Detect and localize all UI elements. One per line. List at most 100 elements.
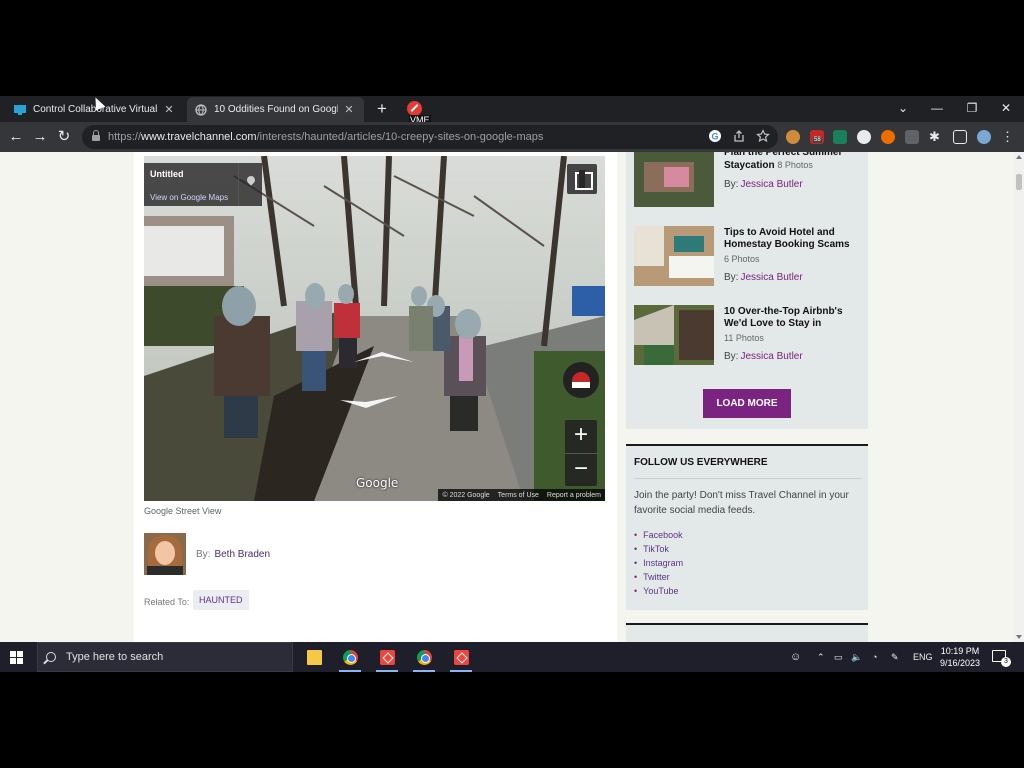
cookie-extension-icon[interactable]	[786, 130, 800, 144]
omnibox-actions: G	[708, 129, 770, 143]
gallery-title[interactable]: Tips to Avoid Hotel and Homestay Booking…	[724, 227, 864, 251]
article-column: Untitled View on Google Maps + − Google …	[134, 152, 617, 642]
follow-description: Join the party! Don't miss Travel Channe…	[634, 490, 849, 516]
battery-icon[interactable]: ▭	[834, 642, 843, 672]
language-indicator[interactable]: ENG	[913, 642, 933, 672]
compass-icon[interactable]	[563, 362, 599, 398]
author-link[interactable]: Beth Braden	[214, 549, 270, 560]
new-tab-button[interactable]: +	[372, 99, 392, 119]
more-menu-icon[interactable]: ⋮	[1001, 130, 1015, 144]
tab-close-icon[interactable]: ✕	[162, 103, 176, 116]
fullscreen-icon[interactable]	[567, 164, 597, 194]
forward-button[interactable]: →	[29, 126, 51, 148]
ghost-extension-icon[interactable]	[905, 130, 919, 144]
taskbar-search-box[interactable]: Type here to search	[37, 642, 293, 672]
youtube-link[interactable]: YouTube	[634, 584, 683, 598]
social-links: Facebook TikTok Instagram Twitter YouTub…	[634, 528, 683, 598]
view-on-google-maps-link[interactable]: View on Google Maps	[150, 193, 228, 202]
next-sidebar-panel	[626, 623, 868, 642]
gallery-thumbnail[interactable]	[634, 152, 714, 207]
facebook-link[interactable]: Facebook	[634, 528, 683, 542]
extension-badge: 58	[813, 137, 822, 143]
web-page: Untitled View on Google Maps + − Google …	[0, 152, 1014, 642]
desktop-screen: Control Collaborative Virtual Ma ✕ 10 Od…	[0, 96, 1024, 672]
google-g-icon[interactable]: G	[708, 129, 722, 143]
divider	[634, 296, 860, 297]
gallery-title[interactable]: 10 Over-the-Top Airbnb's We'd Love to St…	[724, 306, 864, 330]
volume-icon[interactable]: 🔈	[851, 642, 862, 672]
people-icon[interactable]: ☺	[790, 642, 801, 672]
s-extension-icon[interactable]	[833, 130, 847, 144]
show-hidden-icons[interactable]: ⌃	[817, 642, 825, 672]
lock-icon[interactable]	[92, 129, 100, 142]
street-view-title: Untitled	[150, 169, 184, 179]
gallery-thumbnail[interactable]	[634, 226, 714, 286]
fox-extension-icon[interactable]	[881, 130, 895, 144]
load-more-button[interactable]: LOAD MORE	[703, 389, 791, 418]
taskbar-chrome-1[interactable]	[333, 642, 367, 672]
side-panel-icon[interactable]	[953, 130, 967, 144]
author-link[interactable]: Jessica Butler	[740, 351, 802, 362]
clock-date: 9/16/2023	[939, 658, 981, 668]
gallery-title[interactable]: Plan the Perfect Summer Staycation 8 Pho…	[724, 152, 864, 172]
author-link[interactable]: Jessica Butler	[740, 179, 802, 190]
wifi-icon[interactable]: ◔	[872, 642, 877, 672]
address-bar[interactable]: https:// www.travelchannel.com /interest…	[82, 125, 778, 149]
zoom-out-button[interactable]: −	[565, 453, 597, 486]
notification-count: 3	[1001, 657, 1011, 667]
minimize-button[interactable]: —	[922, 96, 952, 120]
scroll-thumb[interactable]	[1016, 174, 1022, 190]
twitter-link[interactable]: Twitter	[634, 570, 683, 584]
taskbar-anydesk-1[interactable]	[370, 642, 404, 672]
share-icon[interactable]	[732, 129, 746, 143]
taskbar-file-explorer[interactable]	[297, 642, 331, 672]
related-tag-haunted[interactable]: HAUNTED	[193, 590, 249, 610]
profile-avatar[interactable]	[977, 130, 991, 144]
tiktok-link[interactable]: TikTok	[634, 542, 683, 556]
reload-button[interactable]: ↻	[53, 126, 75, 148]
taskbar-chrome-2[interactable]	[407, 642, 441, 672]
gallery-item[interactable]: 10 Over-the-Top Airbnb's We'd Love to St…	[634, 305, 860, 375]
photo-count: 11 Photos	[724, 333, 764, 343]
gallery-item[interactable]: Tips to Avoid Hotel and Homestay Booking…	[634, 226, 860, 296]
close-window-button[interactable]: ✕	[991, 96, 1021, 120]
windows-start-icon[interactable]	[10, 651, 23, 664]
google-watermark: Google	[356, 476, 399, 490]
gallery-item[interactable]: Plan the Perfect Summer Staycation 8 Pho…	[634, 152, 860, 217]
map-pin-icon[interactable]	[238, 163, 262, 206]
terms-of-use-link[interactable]: Terms of Use	[498, 492, 539, 499]
folder-icon	[307, 650, 322, 665]
puzzle-extensions-icon[interactable]: ✱	[929, 130, 943, 144]
divider	[634, 478, 862, 479]
gallery-byline: By: Jessica Butler	[724, 351, 803, 362]
scroll-up-icon[interactable]	[1016, 155, 1022, 159]
url-path: /interests/haunted/articles/10-creepy-si…	[256, 131, 544, 143]
clock-time: 10:19 PM	[940, 646, 980, 656]
taskbar-anydesk-2[interactable]	[444, 642, 478, 672]
street-view-footer: © 2022 Google Terms of Use Report a prob…	[438, 489, 605, 501]
clock-extension-icon[interactable]	[857, 130, 871, 144]
page-scrollbar[interactable]	[1014, 152, 1024, 642]
taskbar-clock[interactable]: 10:19 PM 9/16/2023	[936, 645, 984, 669]
restore-button[interactable]: ❐	[957, 96, 987, 120]
pen-icon[interactable]: ✎	[891, 642, 899, 672]
photo-count: 6 Photos	[724, 254, 760, 264]
notifications-icon[interactable]: 3	[992, 650, 1011, 667]
zoom-in-button[interactable]: +	[565, 420, 597, 453]
author-avatar[interactable]	[144, 533, 186, 575]
back-button[interactable]: ←	[5, 126, 27, 148]
street-view-embed[interactable]: Untitled View on Google Maps + − Google …	[144, 156, 605, 501]
report-problem-link[interactable]: Report a problem	[547, 492, 601, 499]
globe-icon	[195, 103, 207, 116]
author-link[interactable]: Jessica Butler	[740, 272, 802, 283]
tab-10-oddities[interactable]: 10 Oddities Found on Google Ma ✕	[187, 97, 364, 122]
bookmark-star-icon[interactable]	[756, 129, 770, 143]
ublock-extension-icon[interactable]: 58	[810, 130, 824, 144]
tab-search-dropdown-icon[interactable]: ⌄	[888, 96, 918, 120]
scroll-down-icon[interactable]	[1016, 635, 1022, 639]
zoom-control: + −	[565, 420, 597, 486]
tab-close-icon[interactable]: ✕	[342, 103, 356, 116]
street-view-info-card: Untitled View on Google Maps	[144, 163, 262, 206]
instagram-link[interactable]: Instagram	[634, 556, 683, 570]
gallery-thumbnail[interactable]	[634, 305, 714, 365]
